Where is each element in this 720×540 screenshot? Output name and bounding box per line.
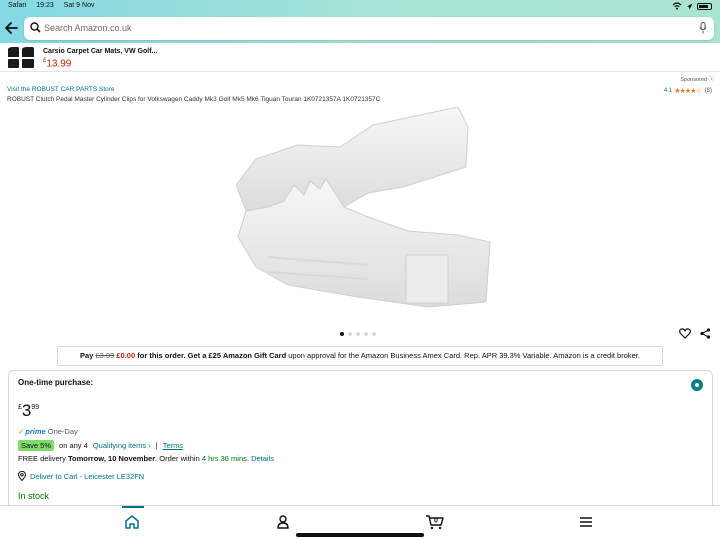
cart-icon[interactable]: 0 [425, 514, 445, 530]
separator: | [155, 441, 158, 450]
rating-count: (8) [704, 88, 712, 94]
sponsored-product-title[interactable]: Carsio Carpet Car Mats, VW Golf... [43, 48, 157, 55]
deliver-to-link[interactable]: Deliver to Carl - Leicester LE32FN [18, 471, 144, 481]
deliver-to-text[interactable]: Deliver to Carl - Leicester LE32FN [30, 472, 144, 481]
delivery-date: Tomorrow, 10 November [68, 454, 156, 463]
status-bar: Safari 19:23 Sat 9 Nov [8, 2, 712, 12]
store-link[interactable]: Visit the ROBUST CAR PARTS Store [7, 86, 115, 93]
home-tab-indicator [122, 506, 144, 508]
credit-card-promo-banner[interactable]: Pay £3.99 £0.00 for this order. Get a £2… [57, 346, 663, 366]
menu-icon[interactable] [578, 514, 594, 530]
microphone-icon[interactable] [699, 22, 707, 34]
info-icon[interactable]: ⓘ [708, 77, 714, 83]
promo-new-price: £0.00 [116, 351, 136, 360]
delivery-info: FREE delivery Tomorrow, 10 November. Ord… [18, 454, 274, 463]
product-image[interactable] [228, 107, 496, 322]
stock-status: In stock [18, 491, 50, 501]
wifi-icon [672, 2, 682, 10]
promo-bold-text: for this order. Get a £25 Amazon Gift Ca… [137, 351, 287, 360]
prime-speed: One-Day [47, 427, 78, 436]
car-mats-thumbnail [8, 47, 34, 68]
sponsored-label[interactable]: Sponsored ⓘ [680, 75, 714, 83]
back-arrow-icon[interactable] [4, 19, 20, 37]
rating-summary[interactable]: 4.1 ★★★★☆ (8) [664, 87, 712, 95]
sponsored-product-banner[interactable]: Carsio Carpet Car Mats, VW Golf... £13.9… [0, 43, 720, 72]
home-indicator [296, 533, 424, 537]
prime-check-icon: ✓ [18, 427, 25, 436]
delivery-details-link[interactable]: Details [251, 454, 274, 463]
battery-icon [697, 2, 712, 10]
search-bar[interactable]: Search Amazon.co.uk [24, 17, 714, 40]
qualifying-items-link[interactable]: Qualifying items › [93, 441, 151, 450]
terms-link[interactable]: Terms [163, 441, 183, 450]
location-pin-icon [18, 471, 26, 481]
carousel-dot[interactable] [348, 332, 352, 336]
carousel-dot[interactable] [340, 332, 344, 336]
header: Safari 19:23 Sat 9 Nov Search Amazon.co.… [0, 0, 720, 43]
save-on: on any 4 [59, 441, 88, 450]
promo-rest: upon approval for the Amazon Business Am… [288, 351, 640, 360]
buy-box: One-time purchase: £ 3 99 ✓ prime One-Da… [8, 370, 713, 520]
status-date: Sat 9 Nov [63, 2, 95, 9]
carousel-dot[interactable] [372, 332, 376, 336]
one-time-purchase-radio[interactable] [691, 379, 703, 391]
search-input[interactable]: Search Amazon.co.uk [44, 23, 132, 33]
promo-old-price: £3.99 [95, 351, 115, 360]
account-icon[interactable] [275, 514, 291, 530]
one-time-purchase-heading: One-time purchase: [18, 378, 94, 387]
cart-count: 0 [434, 518, 438, 525]
star-rating-icon: ★★★★☆ [674, 88, 701, 95]
share-icon[interactable] [700, 328, 711, 339]
sponsored-product-price: £13.99 [43, 58, 72, 70]
prime-badge: ✓ prime One-Day [18, 427, 78, 436]
rating-value: 4.1 [663, 88, 673, 94]
heart-icon[interactable] [679, 328, 691, 339]
promo-pay: Pay [80, 351, 94, 360]
carousel-dot[interactable] [356, 332, 360, 336]
search-icon [30, 22, 41, 33]
status-app: Safari [8, 2, 27, 9]
status-time: 19:23 [36, 2, 54, 9]
location-icon [687, 3, 693, 9]
home-icon[interactable] [124, 514, 140, 530]
price: £ 3 99 [18, 401, 40, 420]
delivery-window: 4 hrs 36 mins [201, 454, 247, 463]
prime-wordmark: prime [25, 427, 46, 436]
image-carousel-dots[interactable] [340, 332, 376, 336]
carousel-dot[interactable] [364, 332, 368, 336]
save-offer: Save 5% on any 4 Qualifying items › | Te… [18, 440, 183, 451]
save-badge: Save 5% [18, 440, 55, 451]
product-title: ROBUST Clutch Pedal Master Cylinder Clip… [7, 96, 381, 103]
